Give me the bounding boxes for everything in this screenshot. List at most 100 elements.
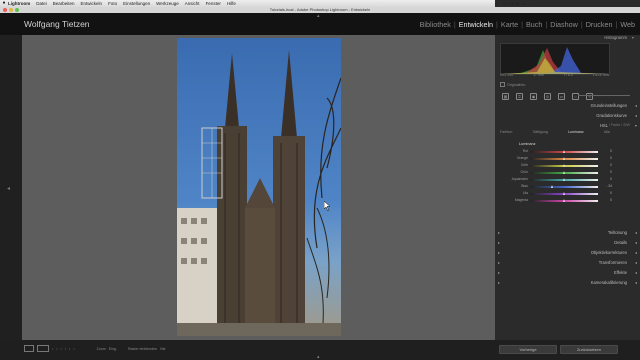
- slider-handle[interactable]: [562, 177, 565, 181]
- panel-switch-icon[interactable]: ▸: [498, 250, 500, 255]
- slider-value[interactable]: 0: [610, 191, 612, 195]
- menu-lightroom[interactable]: Lightroom: [8, 0, 30, 7]
- section-objektivkorrekturen[interactable]: Objektivkorrekturen ◂ ▸: [495, 249, 640, 257]
- tool-slider[interactable]: [578, 95, 630, 96]
- slider-row[interactable]: Magenta 0: [500, 198, 612, 203]
- panel-switch-icon[interactable]: ▸: [498, 280, 500, 285]
- filmstrip-toggle-icon[interactable]: ▴: [317, 354, 320, 360]
- slider-handle[interactable]: [550, 184, 553, 188]
- spot-removal-icon[interactable]: ◉: [530, 92, 537, 100]
- left-panel-toggle-icon[interactable]: ◂: [7, 185, 10, 192]
- panel-switch-icon[interactable]: ▸: [498, 260, 500, 265]
- minimize-window-icon[interactable]: [9, 8, 13, 12]
- hsl-mode-links[interactable]: / Farbe / S/W: [609, 123, 630, 127]
- panel-switch-icon[interactable]: ▸: [498, 240, 500, 245]
- original-checkbox[interactable]: [500, 82, 505, 87]
- before-after-icon[interactable]: [37, 345, 49, 352]
- apple-icon[interactable]: ●: [0, 0, 8, 7]
- close-window-icon[interactable]: [3, 8, 7, 12]
- slider-track[interactable]: [530, 186, 598, 188]
- module-web[interactable]: Web: [617, 20, 638, 29]
- section-effekte[interactable]: Effekte ◂ ▸: [495, 269, 640, 277]
- photo-cologne-cathedral[interactable]: [177, 38, 341, 336]
- collapse-arrow-icon[interactable]: ◂: [635, 103, 637, 108]
- slider-value[interactable]: 0: [610, 163, 612, 167]
- slider-handle[interactable]: [562, 156, 565, 160]
- histogram-header[interactable]: Histogramm ▾: [498, 35, 637, 42]
- section-grundeinstellungen[interactable]: Grundeinstellungen ◂: [495, 102, 640, 110]
- collapse-arrow-icon[interactable]: ◂: [635, 250, 637, 255]
- menu-fenster[interactable]: Fenster: [206, 0, 221, 7]
- slider-handle[interactable]: [562, 149, 565, 153]
- menu-ansicht[interactable]: Ansicht: [185, 0, 200, 7]
- module-drucken[interactable]: Drucken: [583, 20, 616, 29]
- zoom-value[interactable]: Eing.: [109, 347, 117, 351]
- collapse-arrow-icon[interactable]: ◂: [635, 240, 637, 245]
- histogram-chart[interactable]: [500, 43, 610, 75]
- loupe-view-icon[interactable]: [24, 345, 34, 352]
- section-gradationskurve[interactable]: Gradationskurve ◂: [495, 112, 640, 120]
- menu-einstellungen[interactable]: Einstellungen: [123, 0, 150, 7]
- image-canvas[interactable]: [22, 35, 495, 340]
- slider-value[interactable]: 0: [610, 170, 612, 174]
- collapse-arrow-icon[interactable]: ◂: [635, 270, 637, 275]
- slider-row[interactable]: Gelb 0: [500, 163, 612, 168]
- module-diashow[interactable]: Diashow: [547, 20, 581, 29]
- slider-value[interactable]: 0: [610, 149, 612, 153]
- section-hsl[interactable]: HSL / Farbe / S/W ▾: [495, 122, 640, 130]
- graduated-filter-icon[interactable]: ▭: [558, 92, 565, 100]
- module-entwickeln[interactable]: Entwickeln: [456, 20, 496, 29]
- slider-value[interactable]: 0: [610, 198, 612, 202]
- crop-icon[interactable]: ⌗: [516, 92, 523, 100]
- radial-filter-icon[interactable]: ○: [572, 92, 579, 100]
- slider-row[interactable]: Rot 0: [500, 149, 612, 154]
- slider-handle[interactable]: [562, 163, 565, 167]
- collapse-icon[interactable]: ▾: [632, 35, 634, 40]
- module-buch[interactable]: Buch: [523, 20, 545, 29]
- collapse-arrow-icon[interactable]: ◂: [635, 113, 637, 118]
- original-photo-toggle[interactable]: Originalfoto: [500, 82, 525, 87]
- slider-row[interactable]: Lila 0: [500, 191, 612, 196]
- menu-datei[interactable]: Datei: [36, 0, 47, 7]
- reset-button[interactable]: Zurücksetzen: [560, 345, 618, 354]
- tab-saettigung[interactable]: Sättigung: [533, 130, 548, 137]
- menu-entwickeln[interactable]: Entwickeln: [81, 0, 103, 7]
- slider-value[interactable]: 0: [610, 177, 612, 181]
- adjustment-brush-icon[interactable]: ✎: [586, 92, 593, 100]
- slider-row[interactable]: Grün 0: [500, 170, 612, 175]
- grid-overlay-icon[interactable]: ▦: [502, 92, 509, 100]
- section-details[interactable]: Details ◂ ▸: [495, 239, 640, 247]
- tab-alle[interactable]: Alle: [604, 130, 610, 137]
- section-teiltonung[interactable]: Teiltonung ◂ ▸: [495, 229, 640, 237]
- tab-farbton[interactable]: Farbton: [500, 130, 512, 137]
- previous-settings-button[interactable]: Vorherige: [499, 345, 557, 354]
- never-select[interactable]: Nie: [160, 347, 165, 351]
- red-eye-icon[interactable]: ◎: [544, 92, 551, 100]
- slider-handle[interactable]: [562, 198, 565, 202]
- menu-werkzeuge[interactable]: Werkzeuge: [156, 0, 179, 7]
- module-karte[interactable]: Karte: [498, 20, 521, 29]
- module-bibliothek[interactable]: Bibliothek: [417, 20, 454, 29]
- flag-dots[interactable]: • • • • • •: [52, 347, 76, 351]
- panel-switch-icon[interactable]: ▸: [498, 230, 500, 235]
- slider-row[interactable]: Aquamarin 0: [500, 177, 612, 182]
- collapse-arrow-icon[interactable]: ◂: [635, 280, 637, 285]
- grid-toggle-label[interactable]: Raster einblenden: [128, 347, 157, 351]
- slider-row[interactable]: Blau - 34: [500, 184, 612, 189]
- section-kamerakalibrierung[interactable]: Kamerakalibrierung ◂ ▸: [495, 279, 640, 287]
- section-transformieren[interactable]: Transformieren ◂ ▸: [495, 259, 640, 267]
- top-panel-toggle-icon[interactable]: ▴: [317, 13, 320, 19]
- slider-handle[interactable]: [562, 170, 565, 174]
- zoom-window-icon[interactable]: [15, 8, 19, 12]
- slider-row[interactable]: Orange 0: [500, 156, 612, 161]
- slider-value[interactable]: 0: [610, 156, 612, 160]
- tab-luminanz[interactable]: Luminanz: [568, 130, 584, 137]
- menu-bearbeiten[interactable]: Bearbeiten: [53, 0, 75, 7]
- menu-hilfe[interactable]: Hilfe: [227, 0, 236, 7]
- slider-handle[interactable]: [562, 191, 565, 195]
- panel-switch-icon[interactable]: ▸: [498, 270, 500, 275]
- slider-value[interactable]: - 34: [606, 184, 612, 188]
- collapse-arrow-icon[interactable]: ◂: [635, 260, 637, 265]
- collapse-arrow-icon[interactable]: ◂: [635, 230, 637, 235]
- menu-foto[interactable]: Foto: [108, 0, 117, 7]
